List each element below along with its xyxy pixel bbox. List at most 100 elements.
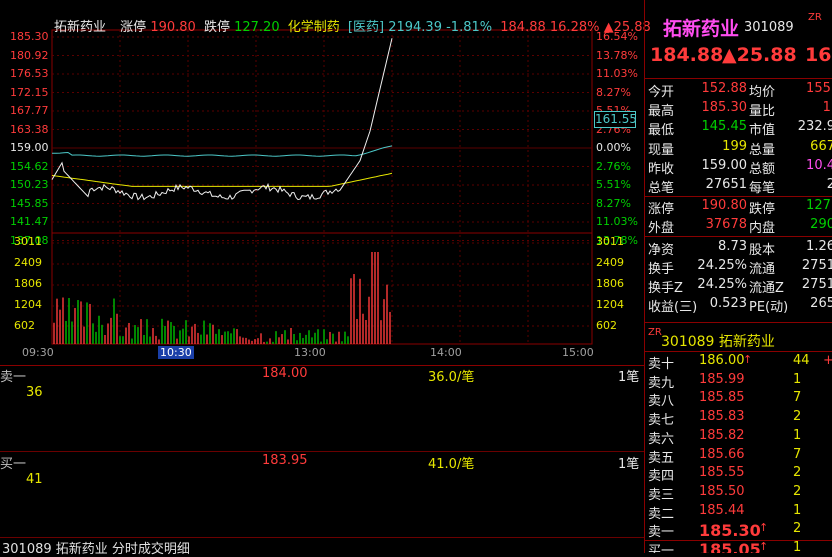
stat-label: 跌停 (749, 202, 776, 218)
order-book-row[interactable]: 卖六 185.82 1 (645, 428, 832, 447)
buy1-qty: 41 (26, 472, 43, 487)
limit-up-value: 190.80 (150, 20, 196, 35)
book-level-label: 卖十 (648, 357, 675, 372)
order-book-row[interactable]: 卖五 185.66 7 (645, 447, 832, 466)
quote-panel: 拓新药业 301089 ZR 184.88 ▲25.88 16.28 今开 15… (645, 0, 832, 553)
order-book-row[interactable]: 卖八 185.85 7 (645, 390, 832, 409)
stat-value: 1.26 (806, 238, 832, 254)
order-book-row[interactable]: 卖十 186.00 ↑ 44 + (645, 353, 832, 372)
stat-value: 152.88 (701, 81, 748, 96)
time-tick: 09:30 (22, 346, 54, 359)
quote-tag: ZR (808, 12, 822, 23)
pct-tick: 0.00% (596, 141, 631, 154)
time-tick: 13:00 (294, 346, 326, 359)
order-book-row[interactable]: 卖七 185.83 2 (645, 409, 832, 428)
book-level-label: 卖四 (648, 469, 675, 485)
price-tick: 180.92 (10, 48, 49, 62)
order-book-row[interactable]: 卖三 185.50 2 (645, 484, 832, 503)
order-book-row[interactable]: 卖九 185.99 1 (645, 372, 832, 391)
book-level-label: 卖五 (648, 450, 675, 466)
stat-label: 总笔 (648, 181, 675, 196)
book-price: 185.55 (699, 465, 745, 481)
quote-stat-row: 最低 145.45 市值 232.9 (645, 119, 832, 138)
price-tick: 154.62 (10, 159, 49, 173)
price-line (51, 38, 393, 201)
stat-label: 涨停 (648, 202, 675, 218)
price-series (51, 38, 393, 201)
volume-tick: 1204 (596, 298, 624, 311)
index-name: [医药] (347, 20, 385, 35)
pct-tick: 5.51% (596, 178, 631, 191)
volume-tick: 1204 (14, 298, 42, 311)
volume-tick: 2409 (596, 256, 624, 269)
quote-stat-row: 昨收 159.00 总额 10.4 (645, 158, 832, 177)
book-price: 186.00 (699, 353, 745, 368)
volume-tick: 3011 (596, 235, 624, 248)
index-line (52, 145, 393, 157)
stat-value: 127. (806, 198, 832, 214)
stat-value: 8.73 (718, 238, 747, 254)
volume-tick: 3011 (14, 235, 42, 248)
order-book-row[interactable]: 买一 185.05 ↑ 1 (645, 540, 832, 553)
stat-label: 最高 (648, 104, 675, 120)
volume-tick: 602 (596, 319, 617, 332)
sell1-price: 184.00 (262, 366, 308, 381)
stat-label: 内盘 (749, 221, 776, 237)
index-value: 2194.39 (388, 20, 442, 35)
time-tick: 10:30 (158, 346, 194, 359)
price-tick: 185.30 (10, 30, 49, 43)
order-book-row[interactable]: 卖二 185.44 1 (645, 503, 832, 522)
price-tick: 172.15 (10, 85, 49, 99)
stat-label: 市值 (749, 123, 776, 139)
order-book-row[interactable]: 卖一 185.30 ↑ 2 (645, 521, 832, 540)
stock-name: 拓新药业 (54, 20, 107, 35)
quote-code: 301089 (744, 20, 794, 35)
order-book-title-text: 301089 拓新药业 (661, 334, 775, 350)
book-level-label: 卖一 (648, 525, 675, 541)
book-qty: 7 (793, 390, 802, 406)
book-level-label: 卖七 (648, 413, 675, 429)
intraday-chart[interactable] (0, 0, 645, 365)
stat-value: 37678 (705, 217, 747, 233)
price-tick: 163.38 (10, 122, 49, 136)
price-tick: 167.77 (10, 104, 49, 117)
quote-stat-row: 换手 24.25% 流通 2751 (645, 258, 832, 277)
stat-value: 185.30 (701, 100, 748, 116)
stat-value: 1. (822, 100, 832, 116)
book-qty: 2 (793, 483, 802, 499)
order-book-title[interactable]: 301089 拓新药业 (661, 331, 775, 351)
chart-header: 拓新药业 涨停 190.80 跌停 127.20 化学制药 [医药] 2194.… (54, 16, 651, 35)
up-arrow-icon: ↑ (743, 353, 753, 366)
quote-stat-row: 现量 199 总量 667 (645, 139, 832, 158)
up-arrow-icon: ↑ (759, 521, 769, 535)
stat-label: 换手 (648, 261, 675, 277)
price-tick: 141.47 (10, 215, 49, 228)
pct-tick: 11.03% (596, 215, 638, 228)
pct-tick: 16.54% (596, 30, 638, 43)
quote-name: 拓新药业 (663, 18, 740, 40)
price-tick: 145.85 (10, 196, 49, 210)
book-qty: 1 (793, 427, 802, 443)
time-tick: 14:00 (430, 346, 462, 359)
stat-label: 流通Z (749, 281, 784, 296)
book-qty: 1 (793, 502, 802, 518)
stat-label: 股本 (749, 242, 776, 258)
order-book-row[interactable]: 卖四 185.55 2 (645, 465, 832, 484)
volume-tick: 602 (14, 319, 35, 332)
stat-label: 总额 (749, 161, 776, 177)
limit-down-value: 127.20 (234, 20, 280, 35)
book-qty: 1 (793, 540, 802, 553)
stat-label: 收益(三) (648, 300, 698, 316)
quote-stat-row: 涨停 190.80 跌停 127. (645, 198, 832, 217)
stat-label: PE(动) (749, 300, 789, 316)
trade-detail-footer[interactable]: 301089 拓新药业 分时成交明细 (2, 538, 190, 557)
avg-series (51, 172, 393, 187)
quote-stat-row: 最高 185.30 量比 1. (645, 100, 832, 119)
price-tick: 176.53 (10, 67, 49, 80)
pct-tick: 11.03% (596, 67, 638, 80)
book-price: 185.66 (699, 446, 745, 462)
book-price: 185.99 (699, 371, 745, 387)
book-level-label: 卖二 (648, 506, 675, 522)
header-pct: 16.28% (549, 20, 600, 35)
pct-tick: 13.78% (596, 48, 638, 62)
